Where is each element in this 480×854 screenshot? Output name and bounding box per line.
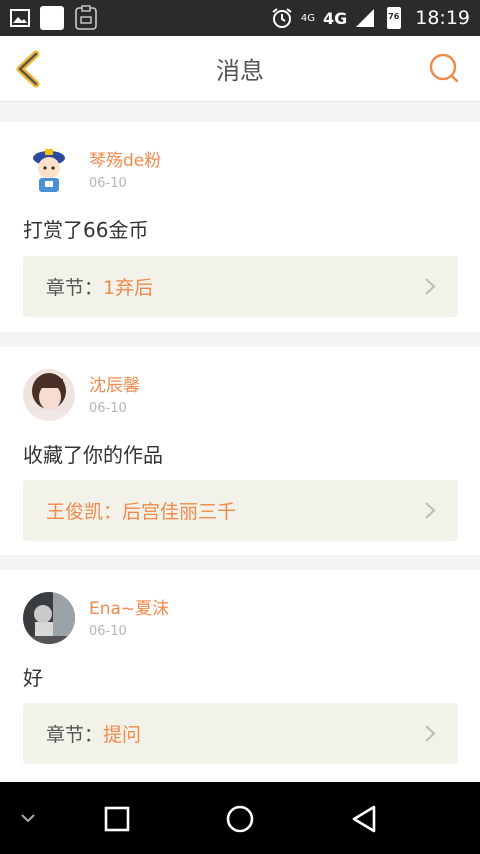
message-date: 06-10 — [89, 175, 127, 191]
message-text: 好 — [23, 666, 43, 690]
back-icon[interactable] — [350, 804, 378, 834]
link-value: 提问 — [103, 724, 142, 746]
message-card: 沈辰馨 06-10 收藏了你的作品 王俊凯：后宫佳丽三千 — [0, 347, 480, 555]
avatar[interactable] — [23, 369, 75, 421]
username[interactable]: Ena~夏沫 — [89, 598, 169, 620]
network-small-label: 4G — [300, 13, 315, 24]
chevron-right-icon — [425, 725, 436, 742]
home-icon[interactable] — [225, 804, 255, 834]
chevron-right-icon — [425, 278, 436, 295]
message-card: 琴殇de粉 06-10 打赏了66金币 章节： 1弃后 — [0, 122, 480, 332]
network-label: 4G — [322, 8, 348, 28]
message-user[interactable]: Ena~夏沫 06-10 — [23, 592, 169, 644]
work-link[interactable]: 王俊凯：后宫佳丽三千 — [23, 480, 458, 541]
page-title: 消息 — [216, 57, 264, 85]
system-nav-bar — [0, 782, 480, 854]
back-arrow-icon[interactable] — [12, 50, 46, 88]
message-user[interactable]: 琴殇de粉 06-10 — [23, 144, 161, 196]
battery-level: 76 — [388, 12, 400, 21]
message-user[interactable]: 沈辰馨 06-10 — [23, 369, 140, 421]
link-label: 章节： — [46, 277, 104, 299]
message-date: 06-10 — [89, 400, 127, 416]
signal-icon — [356, 9, 375, 27]
message-date: 06-10 — [89, 623, 127, 639]
header: 消息 — [0, 36, 480, 102]
avatar[interactable] — [23, 144, 75, 196]
recent-apps-icon[interactable] — [104, 806, 130, 832]
chevron-down-icon[interactable] — [20, 812, 36, 824]
clipboard-icon — [75, 5, 97, 30]
link-value: 1弃后 — [103, 277, 154, 299]
message-text: 收藏了你的作品 — [23, 443, 163, 467]
chapter-link[interactable]: 章节： 提问 — [23, 703, 458, 764]
chevron-right-icon — [425, 502, 436, 519]
message-card: Ena~夏沫 06-10 好 章节： 提问 — [0, 570, 480, 782]
username[interactable]: 沈辰馨 — [89, 375, 140, 397]
search-icon[interactable] — [428, 52, 460, 84]
avatar[interactable] — [23, 592, 75, 644]
clock: 18:19 — [415, 7, 470, 29]
link-label: 章节： — [46, 724, 104, 746]
link-value: 王俊凯：后宫佳丽三千 — [46, 501, 237, 523]
app-notification-icon — [40, 6, 64, 30]
username[interactable]: 琴殇de粉 — [89, 150, 161, 172]
gallery-icon — [10, 9, 30, 27]
message-text: 打赏了66金币 — [23, 218, 149, 242]
battery-icon: 76 — [387, 7, 402, 29]
message-list: 琴殇de粉 06-10 打赏了66金币 章节： 1弃后 沈辰馨 06-10 收藏… — [0, 102, 480, 782]
chapter-link[interactable]: 章节： 1弃后 — [23, 256, 458, 317]
alarm-icon — [272, 8, 292, 28]
status-bar: 4G 4G 76 18:19 — [0, 0, 480, 36]
